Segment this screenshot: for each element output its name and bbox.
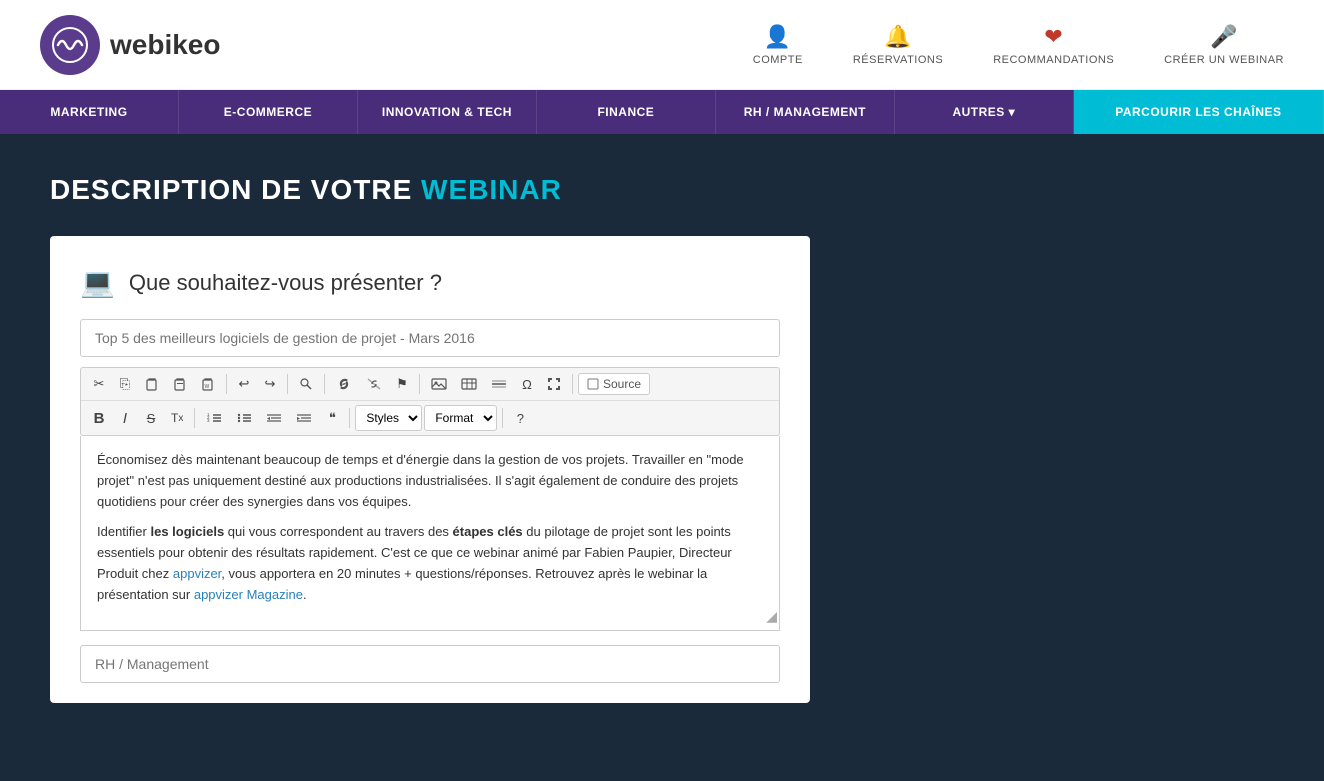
sep-6 — [194, 408, 195, 428]
appvizer-link-2[interactable]: appvizer Magazine — [194, 587, 303, 602]
nav-reservations[interactable]: 🔔 RÉSERVATIONS — [853, 24, 943, 66]
strikethrough-button[interactable]: S — [139, 406, 163, 430]
logo-area: webikeo — [40, 15, 753, 75]
sep-1 — [226, 374, 227, 394]
nav-compte[interactable]: 👤 COMPTE — [753, 24, 803, 66]
svg-text:3: 3 — [207, 418, 210, 423]
outdent-button[interactable] — [260, 406, 288, 430]
cat-marketing[interactable]: MARKETING — [0, 90, 179, 134]
category-nav: MARKETING E-COMMERCE INNOVATION & TECH F… — [0, 90, 1324, 134]
clear-format-button[interactable]: Tx — [165, 406, 189, 430]
redo-button[interactable]: ↪ — [258, 372, 282, 396]
logo-text: webikeo — [110, 29, 220, 61]
find-button[interactable] — [293, 372, 319, 396]
bold-button[interactable]: B — [87, 406, 111, 430]
resize-handle[interactable]: ◢ — [766, 605, 777, 627]
logo-icon[interactable] — [40, 15, 100, 75]
editor-toolbar: ✂ ⎘ W ↩ ↪ — [80, 367, 780, 436]
page-title: DESCRIPTION DE VOTRE WEBINAR — [50, 174, 1274, 206]
italic-button[interactable]: I — [113, 406, 137, 430]
sep-8 — [502, 408, 503, 428]
webinar-title-input[interactable] — [80, 319, 780, 357]
appvizer-link-1[interactable]: appvizer — [173, 566, 221, 581]
indent-button[interactable] — [290, 406, 318, 430]
monitor-icon: 💻 — [80, 266, 115, 299]
mic-icon: 🎤 — [1210, 24, 1238, 50]
styles-select[interactable]: Styles — [355, 405, 422, 431]
link-button[interactable] — [330, 372, 358, 396]
nav-creer-webinar[interactable]: 🎤 CRÉER UN WEBINAR — [1164, 24, 1284, 66]
undo-button[interactable]: ↩ — [232, 372, 256, 396]
sep-3 — [324, 374, 325, 394]
cat-parcourir[interactable]: PARCOURIR LES CHAÎNES — [1074, 90, 1324, 134]
person-icon: 👤 — [764, 24, 792, 50]
nav-recommandations[interactable]: ❤ RECOMMANDATIONS — [993, 24, 1114, 66]
toolbar-row-2: B I S Tx 123 ❝ S — [81, 401, 779, 435]
heart-icon: ❤ — [1044, 24, 1063, 50]
copy-button[interactable]: ⎘ — [113, 372, 137, 396]
svg-text:W: W — [205, 384, 210, 390]
paste-button[interactable] — [139, 372, 165, 396]
hr-button[interactable] — [485, 372, 513, 396]
sep-4 — [419, 374, 420, 394]
section-header: 💻 Que souhaitez-vous présenter ? — [80, 266, 780, 299]
anchor-button[interactable]: ⚑ — [390, 372, 414, 396]
unordered-list-button[interactable] — [230, 406, 258, 430]
cat-autres[interactable]: AUTRES ▾ — [895, 90, 1074, 134]
cat-ecommerce[interactable]: E-COMMERCE — [179, 90, 358, 134]
main-card: 💻 Que souhaitez-vous présenter ? ✂ ⎘ W — [50, 236, 810, 703]
table-button[interactable] — [455, 372, 483, 396]
sep-7 — [349, 408, 350, 428]
content-paragraph-1: Économisez dès maintenant beaucoup de te… — [97, 450, 763, 512]
content-paragraph-2: Identifier les logiciels qui vous corres… — [97, 522, 763, 605]
paste-text-button[interactable] — [167, 372, 193, 396]
format-select[interactable]: Format — [424, 405, 497, 431]
unlink-button[interactable] — [360, 372, 388, 396]
cut-button[interactable]: ✂ — [87, 372, 111, 396]
header-nav: 👤 COMPTE 🔔 RÉSERVATIONS ❤ RECOMMANDATION… — [753, 24, 1284, 66]
ordered-list-button[interactable]: 123 — [200, 406, 228, 430]
page-content: DESCRIPTION DE VOTRE WEBINAR 💻 Que souha… — [0, 134, 1324, 743]
source-button[interactable]: Source — [578, 373, 650, 395]
sep-2 — [287, 374, 288, 394]
cat-rh[interactable]: RH / MANAGEMENT — [716, 90, 895, 134]
image-button[interactable] — [425, 372, 453, 396]
special-char-button[interactable]: Ω — [515, 372, 539, 396]
editor-content-area[interactable]: Économisez dès maintenant beaucoup de te… — [80, 436, 780, 631]
site-header: webikeo 👤 COMPTE 🔔 RÉSERVATIONS ❤ RECOMM… — [0, 0, 1324, 90]
sep-5 — [572, 374, 573, 394]
category-input[interactable] — [80, 645, 780, 683]
bell-icon: 🔔 — [884, 24, 912, 50]
fullscreen-button[interactable] — [541, 372, 567, 396]
cat-finance[interactable]: FINANCE — [537, 90, 716, 134]
blockquote-button[interactable]: ❝ — [320, 406, 344, 430]
toolbar-row-1: ✂ ⎘ W ↩ ↪ — [81, 368, 779, 401]
paste-word-button[interactable]: W — [195, 372, 221, 396]
section-question: Que souhaitez-vous présenter ? — [129, 270, 442, 296]
cat-innovation[interactable]: INNOVATION & TECH — [358, 90, 537, 134]
help-button[interactable]: ? — [508, 406, 532, 430]
